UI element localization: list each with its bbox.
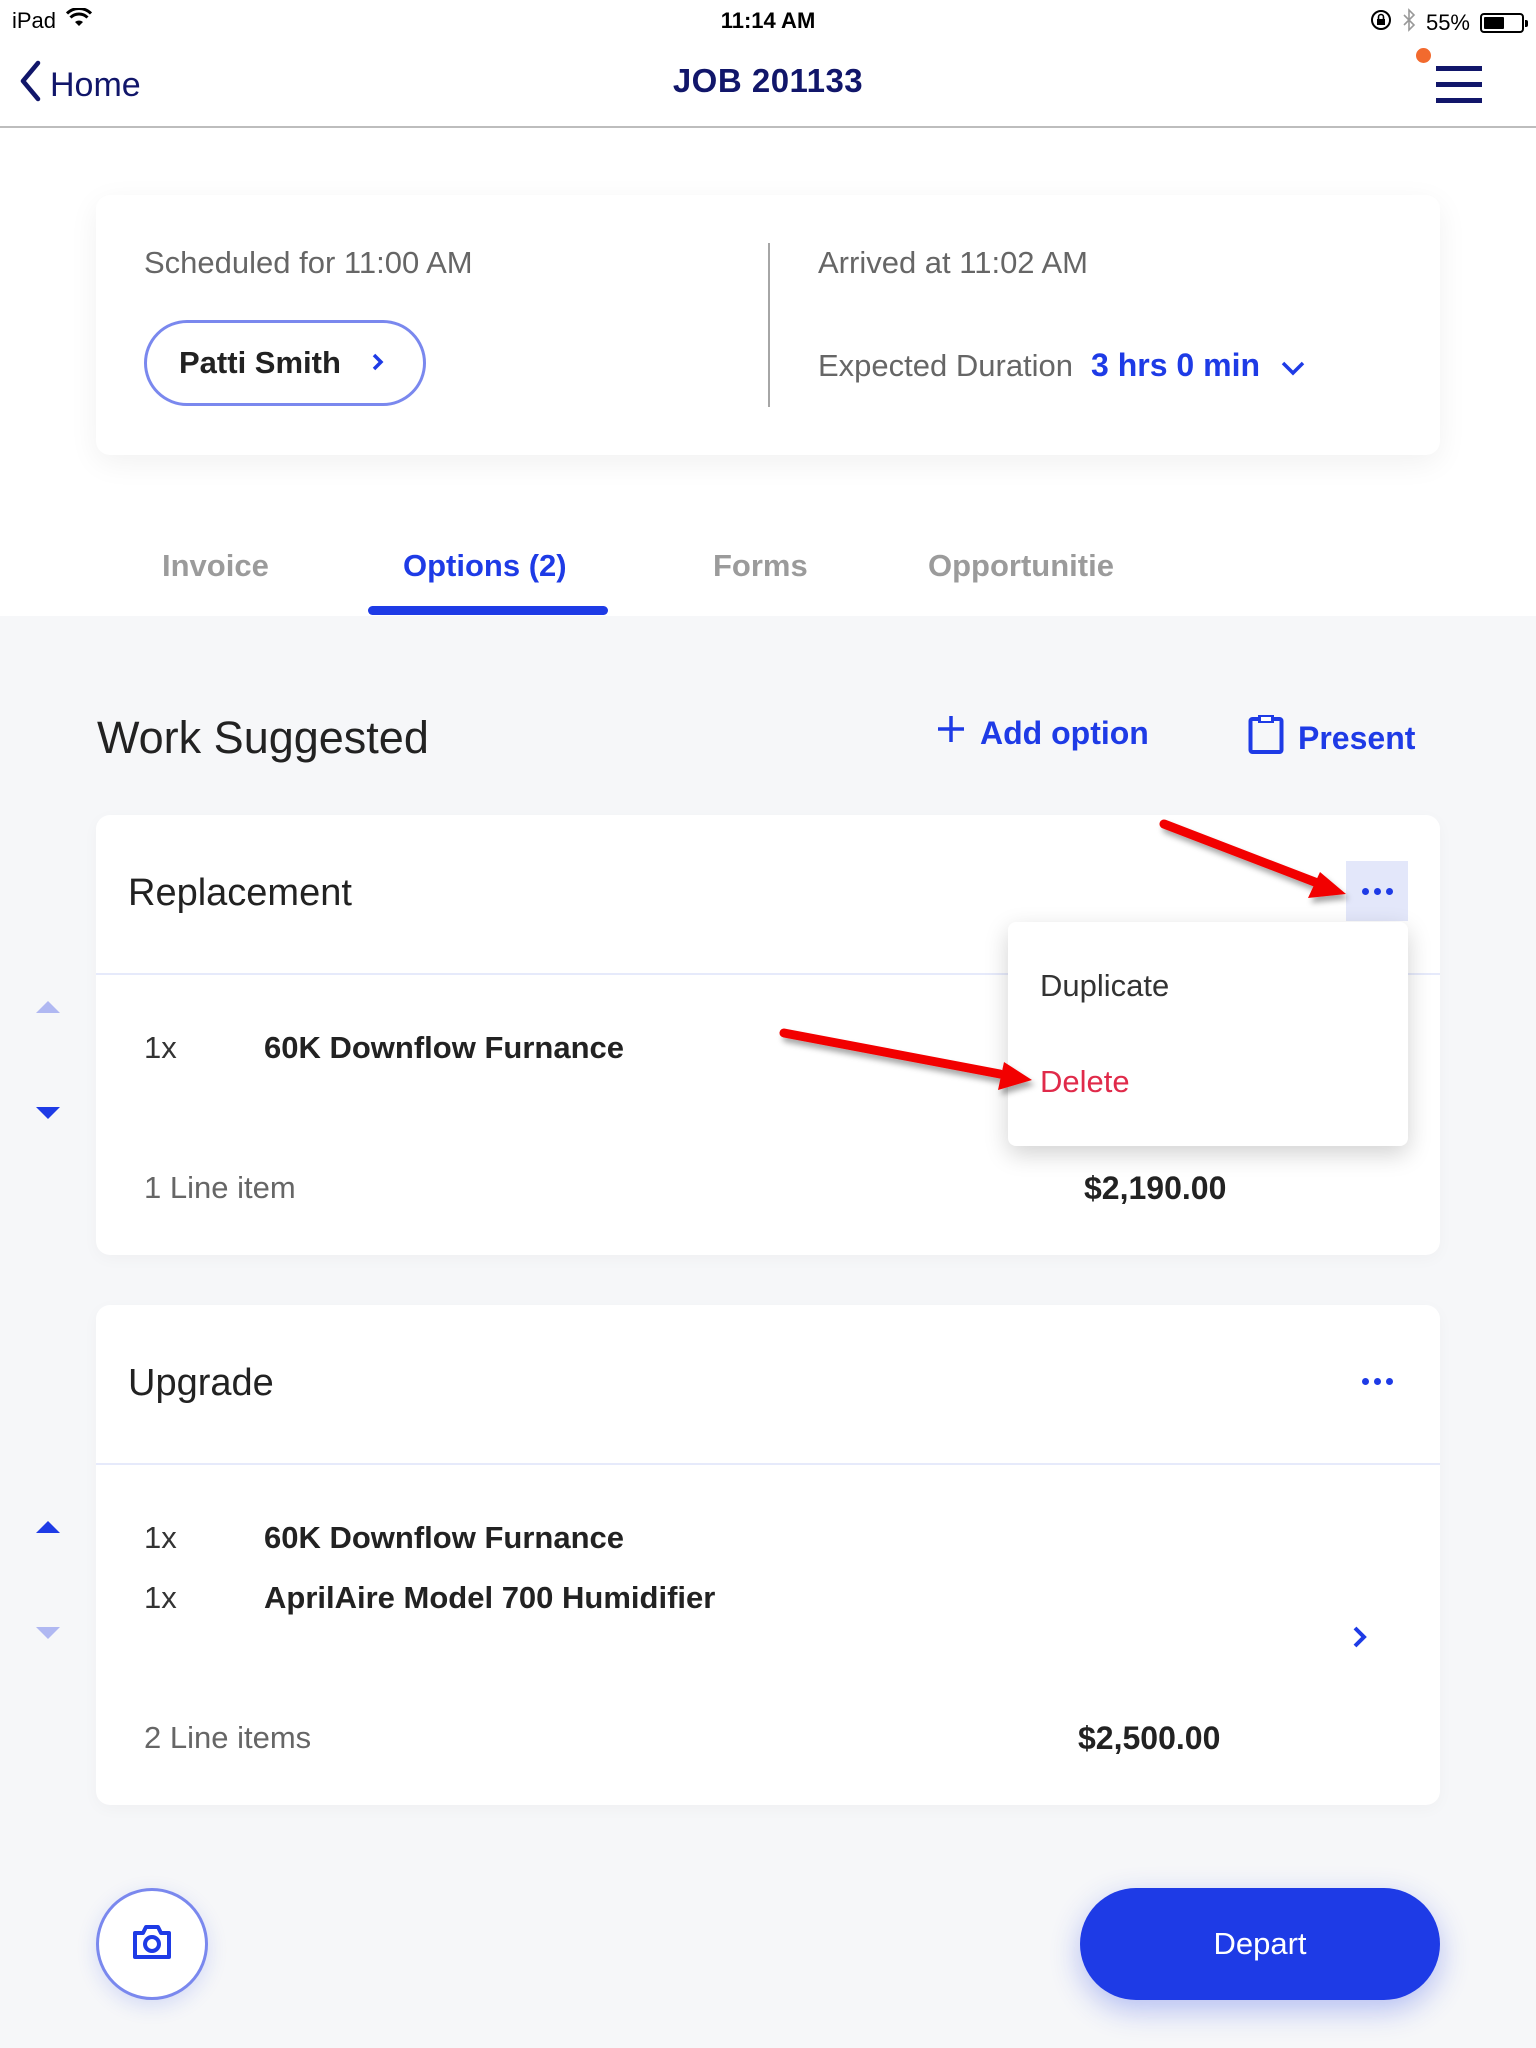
menu-bar	[1436, 82, 1482, 87]
line-qty: 1x	[144, 1030, 177, 1065]
divider	[768, 243, 770, 407]
depart-button[interactable]: Depart	[1080, 1888, 1440, 2000]
tab-opportunities[interactable]: Opportunitie	[928, 548, 1114, 584]
present-label: Present	[1298, 719, 1416, 756]
camera-button[interactable]	[96, 1888, 208, 2000]
line-count: 2 Line items	[144, 1720, 312, 1755]
menu-bar	[1436, 98, 1482, 103]
option-total: $2,190.00	[1084, 1170, 1227, 1206]
navigation-bar: Home JOB 201133	[0, 40, 1536, 128]
page-title: JOB 201133	[672, 62, 864, 99]
plus-icon	[936, 714, 966, 752]
line-qty: 1x	[144, 1580, 177, 1615]
line-item: 1x 60K Downflow Furnance	[144, 1030, 624, 1066]
menu-item-duplicate[interactable]: Duplicate	[1040, 968, 1169, 1004]
move-up-arrow-icon[interactable]	[36, 1521, 60, 1533]
battery-fill	[1484, 17, 1504, 29]
menu-item-delete[interactable]: Delete	[1040, 1064, 1130, 1100]
tab-invoice[interactable]: Invoice	[162, 548, 269, 584]
active-tab-indicator	[368, 606, 608, 615]
move-down-arrow-icon[interactable]	[36, 1627, 60, 1639]
more-dots-icon	[1361, 887, 1369, 895]
option-header: Upgrade	[96, 1305, 1440, 1465]
menu-bar	[1436, 66, 1482, 71]
line-desc: 60K Downflow Furnance	[264, 1520, 624, 1555]
arrived-time: Arrived at 11:02 AM	[818, 245, 1088, 280]
customer-button[interactable]: Patti Smith	[144, 320, 426, 406]
chevron-down-icon	[1280, 347, 1306, 384]
chevron-right-icon	[371, 346, 385, 380]
battery-icon	[1480, 13, 1528, 33]
more-dots-icon	[1361, 1377, 1369, 1385]
option-card-upgrade[interactable]: Upgrade 1x 60K Downflow Furnance 1x Apri…	[96, 1305, 1440, 1805]
present-button[interactable]: Present	[1248, 714, 1415, 762]
more-options-button[interactable]	[1346, 861, 1408, 921]
option-title: Replacement	[128, 872, 352, 914]
job-info-card: Scheduled for 11:00 AM Patti Smith Arriv…	[96, 195, 1440, 455]
tab-forms[interactable]: Forms	[713, 548, 808, 584]
camera-icon	[132, 1924, 172, 1965]
duration-selector[interactable]: 3 hrs 0 min	[1091, 347, 1306, 384]
notification-dot	[1416, 48, 1431, 63]
line-count: 1 Line item	[144, 1170, 296, 1205]
more-options-button[interactable]	[1346, 1351, 1408, 1411]
orientation-lock-icon	[1370, 9, 1392, 37]
section-title: Work Suggested	[97, 712, 429, 763]
option-context-menu: Duplicate Delete	[1008, 922, 1408, 1146]
add-option-label: Add option	[980, 714, 1149, 751]
more-dots-icon	[1385, 1377, 1393, 1385]
add-option-button[interactable]: Add option	[936, 714, 1149, 752]
more-dots-icon	[1373, 887, 1381, 895]
tab-options[interactable]: Options (2)	[403, 548, 567, 584]
scheduled-time: Scheduled for 11:00 AM	[144, 245, 473, 280]
line-item: 1x AprilAire Model 700 Humidifier	[144, 1580, 715, 1616]
duration-value: 3 hrs 0 min	[1091, 347, 1260, 383]
option-total: $2,500.00	[1078, 1720, 1221, 1756]
battery-percent: 55%	[1425, 10, 1470, 35]
option-title: Upgrade	[128, 1362, 274, 1404]
clipboard-icon	[1248, 714, 1284, 762]
line-item: 1x 60K Downflow Furnance	[144, 1520, 624, 1556]
line-desc: AprilAire Model 700 Humidifier	[264, 1580, 716, 1615]
duration-label: Expected Duration	[818, 347, 1074, 383]
clock: 11:14 AM	[720, 8, 816, 33]
more-dots-icon	[1373, 1377, 1381, 1385]
more-dots-icon	[1385, 887, 1393, 895]
line-qty: 1x	[144, 1520, 177, 1555]
hamburger-menu-icon[interactable]	[1436, 60, 1482, 104]
move-up-arrow-icon[interactable]	[36, 1001, 60, 1013]
chevron-right-icon[interactable]	[1352, 1620, 1368, 1657]
status-bar: iPad 11:14 AM 55%	[0, 0, 1536, 40]
duration-row: Expected Duration 3 hrs 0 min	[818, 347, 1306, 384]
customer-name: Patti Smith	[179, 345, 341, 380]
move-down-arrow-icon[interactable]	[36, 1107, 60, 1119]
line-desc: 60K Downflow Furnance	[264, 1030, 624, 1065]
bluetooth-icon	[1402, 8, 1416, 38]
